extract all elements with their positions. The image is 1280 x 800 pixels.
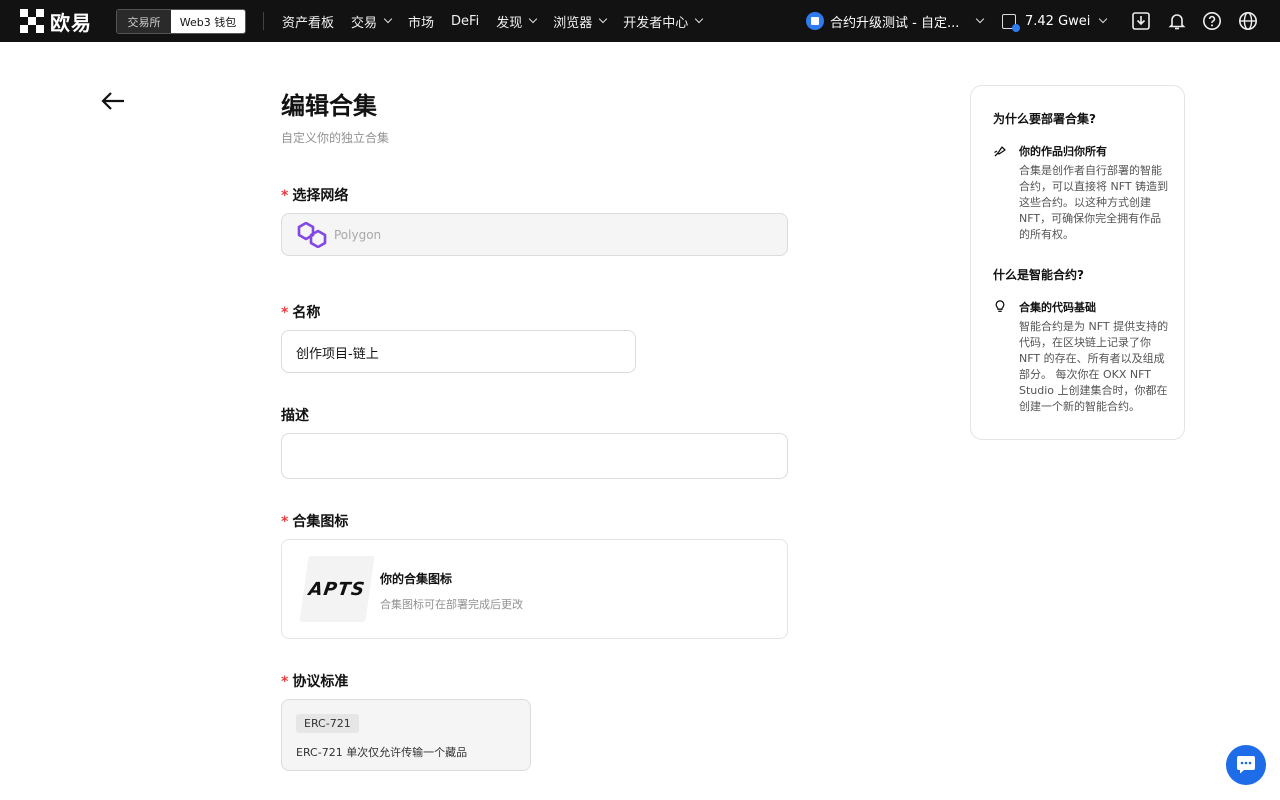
nav-label: 浏览器 (553, 15, 593, 31)
top-nav-bar: 欧易 交易所 Web3 钱包 资产看板 交易 市场 DeFi 发现 浏览器 开发… (0, 0, 1280, 42)
nav-label: DeFi (451, 13, 480, 29)
protocol-tag: ERC-721 (296, 714, 359, 733)
gas-pump-icon (1002, 13, 1020, 32)
required-mark: * (281, 305, 289, 321)
network-select[interactable]: Polygon (281, 213, 788, 256)
why-deploy-heading: 为什么要部署合集? (993, 112, 1096, 126)
globe-icon[interactable] (1238, 11, 1258, 31)
protocol-label: * 协议标准 (281, 671, 348, 691)
protocol-description: ERC-721 单次仅允许传输一个藏品 (296, 746, 468, 759)
exchange-mode-tab[interactable]: 交易所 (117, 10, 171, 33)
required-mark: * (281, 674, 289, 690)
project-selector[interactable]: 合约升级测试 - 自定... (806, 10, 985, 32)
nav-item-trade[interactable]: 交易 (351, 12, 393, 31)
main-nav: 资产看板 交易 市场 DeFi 发现 浏览器 开发者中心 (282, 0, 704, 42)
back-arrow-icon[interactable] (100, 90, 126, 112)
name-input[interactable]: 创作项目-链上 (281, 330, 636, 373)
support-chat-button[interactable] (1226, 745, 1266, 785)
nav-item-discover[interactable]: 发现 (496, 12, 538, 31)
chevron-down-icon (528, 14, 538, 24)
page-title: 编辑合集 (281, 92, 377, 120)
gas-selector[interactable]: 7.42 Gwei (1002, 10, 1108, 32)
nav-label: 资产看板 (282, 15, 335, 31)
collection-icon-hint: 合集图标可在部署完成后更改 (380, 598, 523, 611)
page-subtitle: 自定义你的独立合集 (281, 131, 390, 145)
label-text: 协议标准 (292, 674, 349, 690)
network-value: Polygon (334, 227, 382, 242)
label-text: 合集图标 (292, 514, 349, 530)
chevron-down-icon (695, 14, 704, 24)
chevron-down-icon (1099, 14, 1108, 24)
label-text: 选择网络 (292, 188, 349, 204)
required-mark: * (281, 188, 289, 204)
chevron-down-icon (976, 14, 985, 24)
name-label: * 名称 (281, 302, 320, 322)
nav-item-explorer[interactable]: 浏览器 (553, 12, 608, 31)
nav-label: 开发者中心 (623, 15, 689, 31)
collection-icon-card: APTS 你的合集图标 合集图标可在部署完成后更改 (281, 539, 788, 639)
nav-label: 交易 (351, 15, 378, 31)
chevron-down-icon (598, 14, 608, 24)
bell-icon[interactable] (1167, 11, 1187, 31)
nav-item-defi[interactable]: DeFi (451, 14, 479, 29)
mode-switch: 交易所 Web3 钱包 (116, 9, 246, 34)
info-panel: 为什么要部署合集? 你的作品归你所有 合集是创作者自行部署的智能合约，可以直接将… (970, 85, 1185, 440)
required-mark: * (281, 514, 289, 530)
nav-item-assets[interactable]: 资产看板 (282, 12, 334, 31)
collection-icon-image[interactable]: APTS (299, 556, 375, 622)
lightbulb-icon (995, 300, 1005, 312)
smart-contract-heading: 什么是智能合约? (993, 268, 1084, 282)
nav-label: 市场 (408, 15, 435, 31)
project-icon (806, 12, 824, 30)
collection-icon-title: 你的合集图标 (380, 572, 453, 586)
nav-item-developer[interactable]: 开发者中心 (623, 12, 704, 31)
chevron-down-icon (383, 14, 393, 24)
why-deploy-text: 合集是创作者自行部署的智能合约，可以直接将 NFT 铸造到这些合约。以这种方式创… (1019, 164, 1169, 241)
gas-price: 7.42 Gwei (1025, 13, 1091, 29)
wallet-mode-tab[interactable]: Web3 钱包 (171, 10, 245, 33)
download-icon[interactable] (1131, 11, 1151, 31)
brush-icon (994, 146, 1006, 157)
why-deploy-subheading: 你的作品归你所有 (1019, 145, 1107, 158)
name-value: 创作项目-链上 (296, 347, 379, 362)
description-input[interactable] (281, 433, 788, 479)
network-row: Polygon (282, 214, 787, 255)
help-icon[interactable] (1202, 11, 1222, 31)
nav-item-market[interactable]: 市场 (408, 12, 434, 31)
description-label: 描述 (281, 408, 309, 424)
brand-name: 欧易 (50, 10, 92, 35)
nav-label: 发现 (496, 15, 523, 31)
nav-divider (263, 12, 264, 30)
project-name: 合约升级测试 - 自定... (830, 15, 960, 31)
network-label: * 选择网络 (281, 185, 348, 205)
smart-contract-text: 智能合约是为 NFT 提供支持的代码，在区块链上记录了你 NFT 的存在、所有者… (1019, 320, 1169, 413)
polygon-icon (297, 221, 327, 248)
okx-logo-icon (20, 9, 44, 33)
collection-icon-label: * 合集图标 (281, 511, 348, 531)
protocol-option[interactable]: ERC-721 ERC-721 单次仅允许传输一个藏品 (281, 699, 531, 771)
smart-contract-subheading: 合集的代码基础 (1019, 301, 1096, 314)
label-text: 名称 (292, 305, 321, 321)
brand-logo[interactable]: 欧易 (20, 9, 92, 35)
chat-icon (1237, 756, 1255, 774)
